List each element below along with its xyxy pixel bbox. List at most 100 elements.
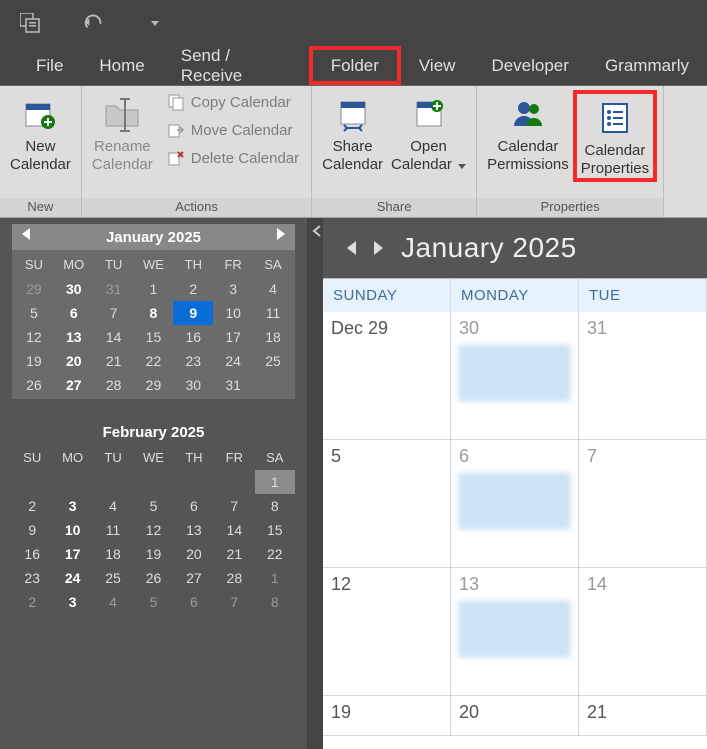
minical-day[interactable]: 2 — [173, 277, 213, 301]
tab-file[interactable]: File — [18, 46, 81, 85]
minical-day[interactable]: 22 — [134, 349, 174, 373]
minical-day[interactable]: 6 — [54, 301, 94, 325]
minical-day[interactable]: 10 — [52, 518, 92, 542]
appointment-block[interactable] — [459, 473, 570, 529]
minical-day[interactable]: 16 — [173, 325, 213, 349]
minical-day[interactable]: 1 — [255, 566, 295, 590]
minical-day[interactable]: 29 — [134, 373, 174, 397]
month-day-cell[interactable]: 6 — [451, 440, 579, 568]
calendar-permissions-button[interactable]: CalendarPermissions — [483, 90, 573, 174]
minical-day[interactable]: 8 — [255, 590, 295, 614]
minical-day[interactable]: 7 — [214, 494, 254, 518]
tab-folder[interactable]: Folder — [309, 46, 401, 85]
next-month-button[interactable] — [374, 241, 383, 255]
month-day-cell[interactable]: 14 — [579, 568, 707, 696]
minical-day[interactable]: 2 — [12, 494, 52, 518]
minical-day[interactable]: 5 — [133, 494, 173, 518]
minical-day[interactable]: 23 — [173, 349, 213, 373]
minical-day[interactable]: 15 — [134, 325, 174, 349]
minical-day[interactable]: 21 — [214, 542, 254, 566]
minical-day[interactable]: 22 — [255, 542, 295, 566]
minical-day[interactable]: 20 — [174, 542, 214, 566]
minical-day[interactable]: 28 — [94, 373, 134, 397]
tab-grammarly[interactable]: Grammarly — [587, 46, 707, 85]
minical-day[interactable]: 31 — [94, 277, 134, 301]
minical-day[interactable]: 5 — [14, 301, 54, 325]
minical-day[interactable]: 9 — [12, 518, 52, 542]
minical-day[interactable]: 18 — [93, 542, 133, 566]
minical-next-button[interactable] — [277, 228, 285, 240]
minical-day[interactable]: 29 — [14, 277, 54, 301]
minical-day[interactable]: 1 — [255, 470, 295, 494]
minical-day[interactable]: 3 — [52, 494, 92, 518]
minical-day[interactable]: 12 — [14, 325, 54, 349]
appointment-block[interactable] — [459, 345, 570, 401]
minical-day[interactable]: 13 — [54, 325, 94, 349]
minical-day[interactable]: 6 — [174, 590, 214, 614]
tab-developer[interactable]: Developer — [473, 46, 587, 85]
minical-day[interactable]: 16 — [12, 542, 52, 566]
month-day-cell[interactable]: 13 — [451, 568, 579, 696]
minical-day[interactable]: 17 — [52, 542, 92, 566]
month-day-cell[interactable]: 30 — [451, 312, 579, 440]
appointment-block[interactable] — [459, 601, 570, 657]
minical-day[interactable]: 11 — [93, 518, 133, 542]
minical-day[interactable]: 7 — [214, 590, 254, 614]
month-day-cell[interactable]: 12 — [323, 568, 451, 696]
minical-day[interactable]: 7 — [94, 301, 134, 325]
minical-day[interactable]: 12 — [133, 518, 173, 542]
minical-day[interactable]: 17 — [213, 325, 253, 349]
app-icon[interactable] — [20, 12, 42, 34]
tab-home[interactable]: Home — [81, 46, 162, 85]
minical-day[interactable]: 3 — [213, 277, 253, 301]
minical-day[interactable]: 26 — [133, 566, 173, 590]
minical-day[interactable]: 24 — [52, 566, 92, 590]
minical-day[interactable]: 15 — [255, 518, 295, 542]
prev-month-button[interactable] — [347, 241, 356, 255]
minical-day[interactable]: 1 — [134, 277, 174, 301]
minical-day[interactable]: 4 — [93, 494, 133, 518]
minical-day[interactable]: 6 — [174, 494, 214, 518]
undo-icon[interactable] — [82, 12, 104, 34]
new-calendar-button[interactable]: NewCalendar — [6, 90, 75, 174]
minical-day[interactable]: 23 — [12, 566, 52, 590]
minical-day[interactable]: 14 — [214, 518, 254, 542]
minical-day[interactable]: 5 — [133, 590, 173, 614]
month-day-cell[interactable]: 5 — [323, 440, 451, 568]
month-day-cell[interactable]: 20 — [451, 696, 579, 736]
minical-day[interactable]: 18 — [253, 325, 293, 349]
minical-day[interactable]: 24 — [213, 349, 253, 373]
minical-day[interactable]: 21 — [94, 349, 134, 373]
minical-day[interactable]: 8 — [255, 494, 295, 518]
minical-day[interactable]: 14 — [94, 325, 134, 349]
month-day-cell[interactable]: 21 — [579, 696, 707, 736]
month-day-cell[interactable]: 31 — [579, 312, 707, 440]
minical-day[interactable]: 3 — [52, 590, 92, 614]
minical-day[interactable]: 30 — [173, 373, 213, 397]
minical-day[interactable]: 25 — [93, 566, 133, 590]
minical-day[interactable]: 13 — [174, 518, 214, 542]
month-day-cell[interactable]: 7 — [579, 440, 707, 568]
minical-day[interactable]: 19 — [133, 542, 173, 566]
minical-day[interactable]: 25 — [253, 349, 293, 373]
minical-day[interactable]: 30 — [54, 277, 94, 301]
minical-day[interactable]: 28 — [214, 566, 254, 590]
minical-day[interactable]: 4 — [93, 590, 133, 614]
tab-view[interactable]: View — [401, 46, 474, 85]
month-day-cell[interactable]: 19 — [323, 696, 451, 736]
minical-day[interactable]: 19 — [14, 349, 54, 373]
tab-send-receive[interactable]: Send / Receive — [163, 46, 309, 85]
minical-day[interactable]: 9 — [173, 301, 213, 325]
open-calendar-button[interactable]: OpenCalendar — [387, 90, 470, 174]
collapse-nav-icon[interactable] — [311, 224, 323, 240]
minical-day[interactable]: 20 — [54, 349, 94, 373]
minical-day[interactable]: 2 — [12, 590, 52, 614]
share-calendar-button[interactable]: ShareCalendar — [318, 90, 387, 174]
month-day-cell[interactable]: Dec 29 — [323, 312, 451, 440]
minical-day[interactable]: 11 — [253, 301, 293, 325]
minical-day[interactable]: 4 — [253, 277, 293, 301]
calendar-properties-button[interactable]: CalendarProperties — [573, 90, 657, 182]
minical-day[interactable]: 27 — [174, 566, 214, 590]
customize-qat-dropdown[interactable] — [144, 12, 166, 34]
minical-day[interactable]: 8 — [134, 301, 174, 325]
